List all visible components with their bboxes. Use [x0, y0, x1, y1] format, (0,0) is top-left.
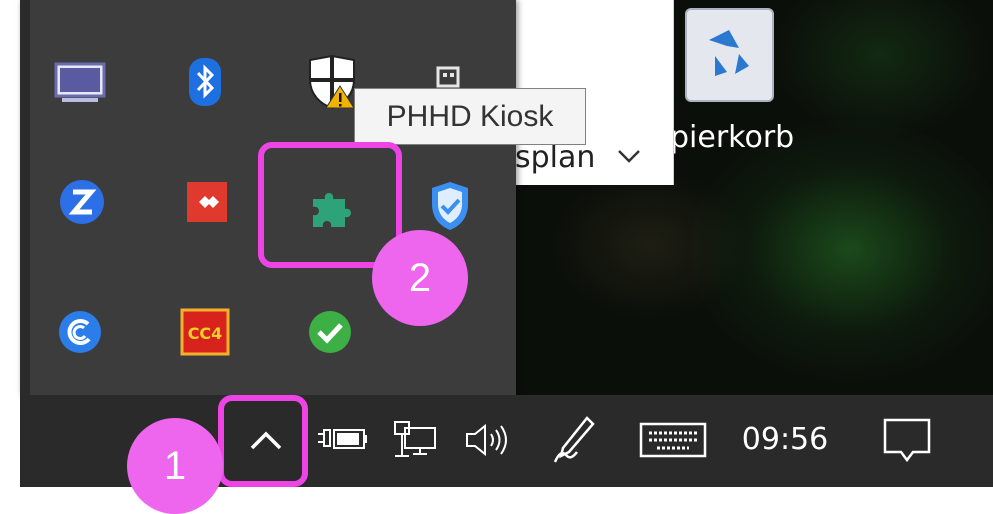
defender-shield-icon[interactable] [420, 176, 480, 236]
tray-panel-edge [20, 0, 30, 395]
volume-icon[interactable] [460, 418, 514, 462]
window-dropdown-label[interactable]: splan [515, 140, 595, 175]
step-badge-1: 1 [127, 418, 223, 514]
recycle-bin-icon[interactable] [685, 8, 774, 102]
tooltip: PHHD Kiosk [354, 88, 586, 145]
keyboard-icon[interactable] [635, 418, 711, 462]
network-icon[interactable] [385, 416, 443, 464]
display-icon[interactable] [50, 52, 110, 112]
recycle-bin-label[interactable]: pierkorb [670, 120, 794, 155]
step-badge-2: 2 [372, 230, 468, 326]
wallpaper-glow [770, 0, 990, 140]
svg-text:CC4: CC4 [188, 324, 223, 343]
bluetooth-icon[interactable] [175, 52, 235, 112]
wallpaper-glow [550, 170, 750, 320]
clock[interactable]: 09:56 [735, 418, 835, 460]
checkmark-icon[interactable] [300, 302, 360, 362]
notification-icon[interactable] [875, 412, 939, 468]
pen-icon[interactable] [545, 410, 603, 470]
chevron-down-icon[interactable] [616, 140, 642, 179]
highlight-box-step1 [218, 395, 308, 487]
anydesk-icon[interactable] [177, 172, 237, 232]
security-warning-shield-icon[interactable] [302, 52, 362, 112]
zoom-icon[interactable] [52, 172, 112, 232]
cc4-icon[interactable]: CC4 [175, 302, 235, 362]
battery-charging-icon[interactable] [312, 418, 372, 462]
cloud-sync-icon[interactable] [50, 302, 110, 362]
